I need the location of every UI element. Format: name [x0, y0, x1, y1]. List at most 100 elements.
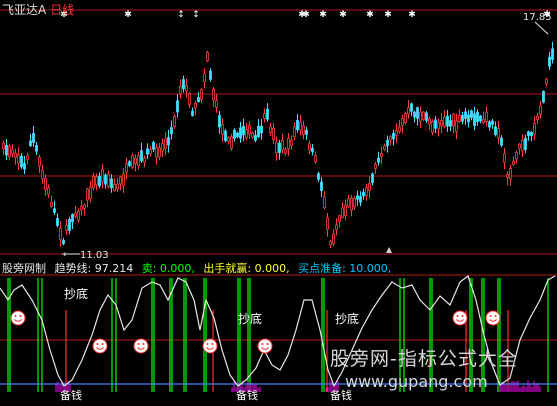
candle-body	[311, 147, 314, 153]
candle-body	[212, 88, 215, 101]
candlestick	[431, 119, 434, 136]
candle-body	[326, 217, 329, 230]
candle-body	[20, 155, 23, 168]
candle-body	[128, 161, 131, 166]
candlestick	[299, 114, 302, 136]
smiley-icon	[202, 338, 218, 354]
candle-body	[239, 127, 242, 139]
candlestick	[131, 153, 134, 170]
candlestick	[29, 133, 32, 148]
candle-body	[41, 169, 44, 180]
candle-body	[416, 107, 419, 119]
candle-body	[413, 111, 416, 118]
candle-body	[455, 120, 458, 133]
candle-body	[107, 174, 110, 187]
candle-body	[545, 78, 548, 85]
candlestick	[194, 100, 197, 116]
candlestick	[182, 75, 185, 93]
candle-body	[398, 126, 401, 132]
smiley-eye	[461, 315, 464, 317]
candle-body	[431, 121, 434, 133]
signal-marker-icon: ✱	[408, 10, 416, 20]
candlestick	[158, 142, 161, 161]
chart-title-bar: 飞亚达A 日线	[2, 1, 74, 18]
smiley-face	[452, 310, 468, 326]
candlestick	[173, 114, 176, 130]
candlestick	[59, 221, 62, 247]
candle-body	[248, 124, 251, 135]
indicator-name[interactable]: 股旁网制	[2, 262, 46, 275]
smiley-eye	[14, 315, 17, 317]
candle-body	[494, 126, 497, 135]
candlestick	[53, 200, 56, 216]
candlestick	[509, 164, 512, 186]
candle-body	[125, 163, 128, 173]
candle-body	[74, 212, 77, 217]
candlestick	[404, 111, 407, 125]
candle-body	[146, 148, 149, 155]
candlestick	[479, 115, 482, 124]
candle-body	[209, 70, 212, 80]
candlestick	[422, 111, 425, 122]
candle-body	[476, 111, 479, 122]
candlestick	[170, 120, 173, 140]
candlestick	[35, 141, 38, 156]
candle-body	[32, 133, 35, 143]
candlestick	[545, 77, 548, 87]
period-label[interactable]: 日线	[50, 3, 74, 17]
candle-body	[338, 215, 341, 222]
candle-body	[68, 218, 71, 231]
candlestick	[110, 174, 113, 193]
stock-name[interactable]: 飞亚达A	[2, 3, 46, 17]
stock-chart-window: 17.85 11.03 ← ✱ ✱ ↕ ↕ ✱ ✱ ✱ ✱ ✱ ✱ ✱ ✱ 抄底 抄底 抄底 备钱 备钱 备钱 飞亚达A…	[0, 0, 557, 406]
candle-body	[122, 173, 125, 186]
candle-body	[446, 115, 449, 127]
candle-body	[305, 129, 308, 135]
signal-marker-icon: ✱	[543, 10, 551, 20]
candle-body	[59, 227, 62, 240]
candlestick	[371, 172, 374, 186]
candle-body	[395, 130, 398, 136]
candle-body	[155, 147, 158, 158]
candle-body	[461, 115, 464, 122]
candlestick	[116, 178, 119, 193]
candle-body	[26, 155, 29, 160]
candle-body	[14, 152, 17, 158]
candlestick	[410, 102, 413, 117]
candlestick	[14, 148, 17, 165]
candle-body	[344, 204, 347, 217]
candlestick	[524, 134, 527, 154]
candle-body	[65, 224, 68, 231]
smiley-eye	[96, 343, 99, 345]
candlestick	[11, 144, 14, 158]
candle-body	[263, 113, 266, 119]
candlestick	[200, 87, 203, 103]
event-triangle-icon	[386, 247, 392, 253]
bottom-label: 抄底	[238, 311, 262, 326]
take-profit-value: 出手就赢: 0.000,	[203, 262, 290, 275]
candlestick	[548, 51, 551, 71]
candle-body	[347, 198, 350, 208]
candle-body	[401, 118, 404, 126]
candlestick	[23, 155, 26, 175]
candle-body	[266, 108, 269, 120]
smiley-face	[202, 338, 218, 354]
candlestick	[104, 173, 107, 189]
candlestick	[185, 78, 188, 98]
candlestick	[161, 138, 164, 158]
candlestick	[62, 237, 65, 246]
candlestick	[134, 154, 137, 172]
candlestick	[254, 129, 257, 143]
candlestick	[551, 41, 554, 64]
candlestick	[218, 111, 221, 134]
candlestick	[50, 195, 53, 208]
candle-body	[290, 140, 293, 146]
candlestick	[17, 147, 20, 171]
smiley-face	[257, 338, 273, 354]
candle-body	[104, 174, 107, 185]
candle-body	[77, 210, 80, 221]
candle-body	[80, 206, 83, 211]
candle-body	[485, 111, 488, 122]
candlestick	[227, 136, 230, 145]
candlestick	[98, 172, 101, 189]
